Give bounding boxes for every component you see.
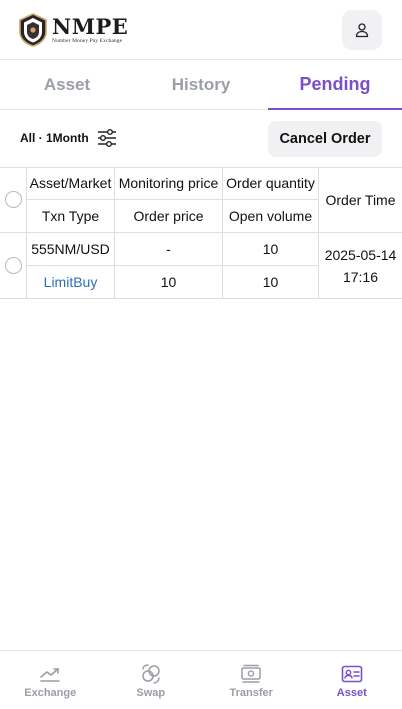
row-select-cell bbox=[0, 233, 27, 299]
cash-icon bbox=[241, 664, 261, 683]
select-all-radio[interactable] bbox=[4, 191, 22, 208]
header-txn-type: Txn Type bbox=[27, 200, 115, 233]
cell-order-time: 2025-05-14 17:16 bbox=[319, 233, 402, 299]
user-profile-button[interactable] bbox=[342, 10, 382, 50]
nav-swap-label: Swap bbox=[136, 687, 166, 699]
shield-logo-icon bbox=[19, 13, 47, 47]
tab-asset[interactable]: Asset bbox=[0, 60, 134, 109]
chart-trend-icon bbox=[40, 668, 61, 682]
header-order-price: Order price bbox=[115, 200, 223, 233]
header-monitoring-price: Monitoring price bbox=[115, 167, 223, 200]
id-card-icon bbox=[341, 665, 363, 683]
logo: NMPE Number Money Pay Exchange bbox=[18, 13, 128, 47]
tab-pending[interactable]: Pending bbox=[268, 60, 402, 110]
orders-table: Asset/Market Monitoring price Order quan… bbox=[0, 167, 402, 300]
order-clock: 17:16 bbox=[342, 268, 379, 285]
cell-order-price: 10 bbox=[115, 266, 223, 299]
header-order-quantity: Order quantity bbox=[223, 167, 319, 200]
nav-asset[interactable]: Asset bbox=[302, 651, 402, 709]
nav-exchange[interactable]: Exchange bbox=[0, 651, 101, 709]
nav-exchange-label: Exchange bbox=[24, 687, 77, 699]
nav-transfer[interactable]: Transfer bbox=[201, 651, 302, 709]
logo-title: NMPE bbox=[52, 13, 129, 39]
nav-swap[interactable]: Swap bbox=[101, 651, 202, 709]
tab-history[interactable]: History bbox=[134, 60, 268, 109]
filter-row: All · 1Month Cancel Order bbox=[0, 110, 402, 167]
cancel-order-button[interactable]: Cancel Order bbox=[268, 121, 382, 157]
nav-transfer-label: Transfer bbox=[229, 687, 273, 699]
tab-bar: Asset History Pending bbox=[0, 60, 402, 110]
bottom-nav: Exchange Swap Transfer Asset bbox=[0, 650, 402, 709]
cell-asset-market: 555NM/USD bbox=[27, 233, 115, 266]
header-asset-market: Asset/Market bbox=[27, 167, 115, 200]
order-date: 2025-05-14 bbox=[324, 246, 397, 263]
nav-asset-label: Asset bbox=[336, 687, 367, 699]
cell-open-volume: 10 bbox=[223, 266, 319, 299]
cell-monitoring-price: - bbox=[115, 233, 223, 266]
row-select-radio[interactable] bbox=[4, 257, 22, 274]
filter-label: All · 1Month bbox=[20, 131, 89, 145]
cell-txn-type[interactable]: LimitBuy bbox=[27, 266, 115, 299]
logo-subtitle: Number Money Pay Exchange bbox=[52, 37, 123, 44]
header-order-time: Order Time bbox=[319, 167, 402, 233]
select-all-cell bbox=[0, 167, 27, 233]
header-open-volume: Open volume bbox=[223, 200, 319, 233]
swap-coins-icon bbox=[142, 664, 160, 684]
user-icon bbox=[355, 23, 369, 38]
cell-order-quantity: 10 bbox=[223, 233, 319, 266]
period-filter[interactable]: All · 1Month bbox=[20, 129, 117, 147]
app-header: NMPE Number Money Pay Exchange bbox=[0, 0, 402, 60]
sliders-icon bbox=[97, 129, 116, 147]
